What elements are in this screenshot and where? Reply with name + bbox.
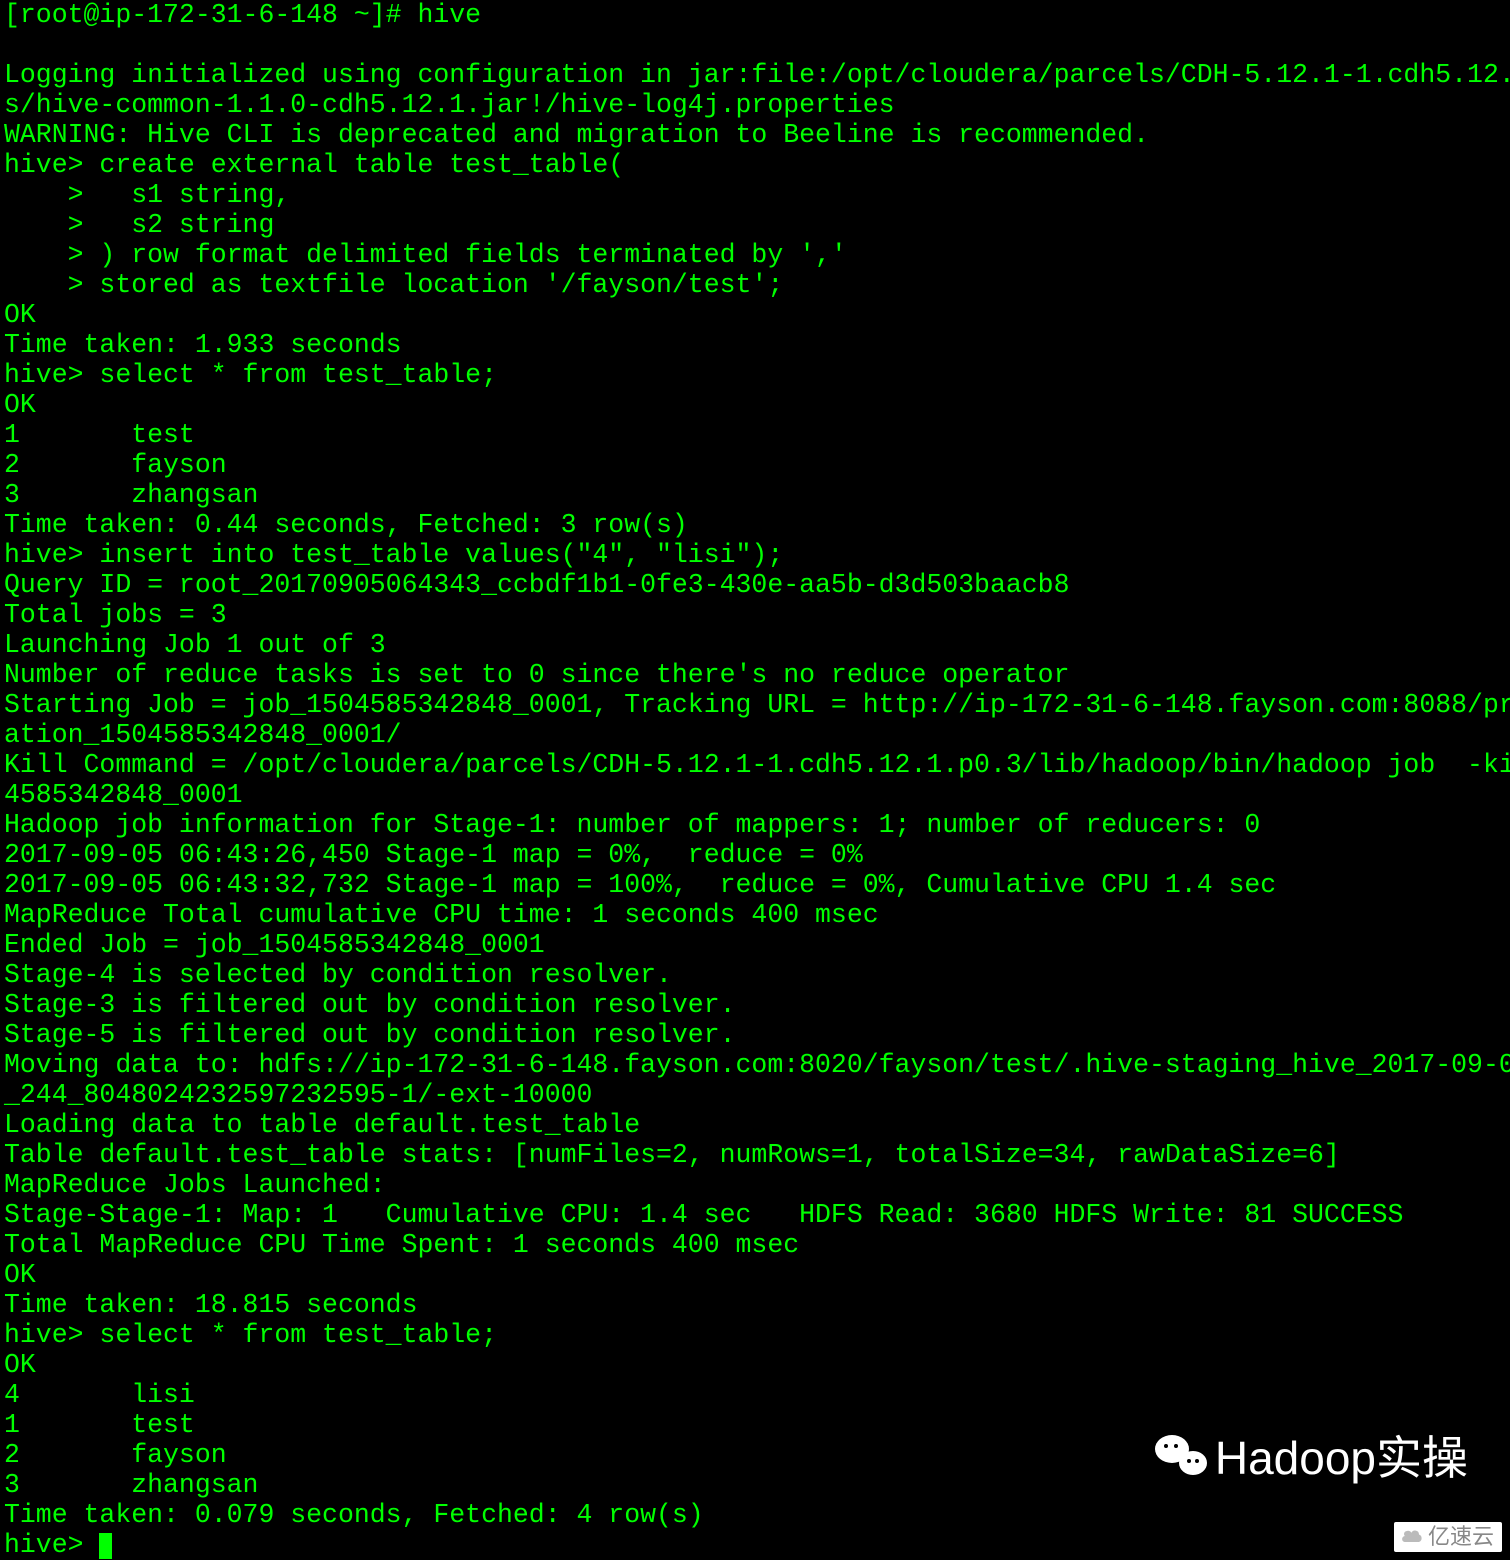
- terminal-cursor-icon: [99, 1533, 112, 1559]
- wechat-icon: [1155, 1433, 1207, 1477]
- terminal-window[interactable]: [root@ip-172-31-6-148 ~]# hive Logging i…: [0, 0, 1510, 1560]
- watermark-badge: 亿速云: [1394, 1522, 1502, 1552]
- terminal-prompt: hive>: [4, 1530, 99, 1560]
- watermark-label: 亿速云: [1428, 1526, 1494, 1548]
- cloud-icon: [1400, 1526, 1424, 1548]
- terminal-output: [root@ip-172-31-6-148 ~]# hive Logging i…: [4, 0, 1506, 1530]
- wechat-overlay-label: Hadoop实操: [1215, 1422, 1468, 1488]
- wechat-overlay: Hadoop实操: [1155, 1422, 1468, 1488]
